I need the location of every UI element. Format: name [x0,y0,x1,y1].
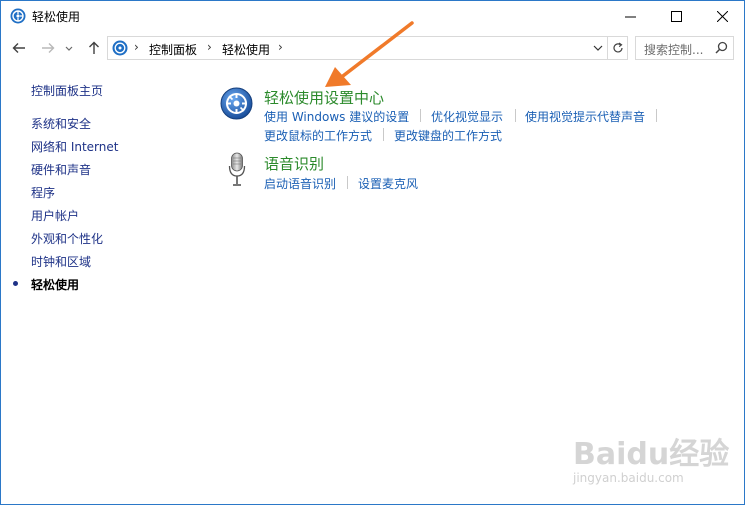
link-separator [515,109,516,122]
breadcrumb-separator[interactable]: › [278,40,283,54]
link-separator [420,109,421,122]
link-optimize-visual-display[interactable]: 优化视觉显示 [431,108,503,125]
link-change-mouse[interactable]: 更改鼠标的工作方式 [264,127,372,144]
sidebar-item-appearance[interactable]: 外观和个性化 [31,230,103,247]
chevron-down-icon [593,45,603,51]
category-title-speech-recognition[interactable]: 语音识别 [264,153,324,174]
minimize-icon [624,16,636,17]
link-separator [383,128,384,141]
ease-of-access-center-icon[interactable] [220,87,253,120]
category-title-ease-of-access-center[interactable]: 轻松使用设置中心 [264,87,384,108]
breadcrumb-control-panel[interactable]: 控制面板 [149,41,197,58]
watermark-brand: Baidu经验 [573,437,730,472]
arrow-up-icon[interactable] [86,40,102,56]
refresh-icon [612,42,623,53]
minimize-button[interactable] [607,1,653,31]
link-visual-cues-for-sounds[interactable]: 使用视觉提示代替声音 [525,108,645,125]
breadcrumb-separator[interactable]: › [207,40,212,54]
microphone-icon[interactable] [227,152,247,188]
search-input[interactable]: 搜索控制... [644,41,703,58]
arrow-right-icon[interactable] [40,40,56,56]
sidebar-item-clock-region[interactable]: 时钟和区域 [31,253,91,270]
title-bar[interactable]: 轻松使用 [1,1,744,32]
close-icon [716,10,728,22]
link-setup-microphone[interactable]: 设置麦克风 [358,175,418,192]
maximize-icon [670,10,682,22]
control-panel-icon [112,40,128,56]
sidebar-item-ease-of-access: 轻松使用 [31,278,80,292]
baidu-watermark: Baidu经验 jingyan.baidu.com [569,425,729,495]
sidebar-item-programs[interactable]: 程序 [31,184,55,201]
address-history-button[interactable] [588,37,607,59]
navigation-bar: › 控制面板 › 轻松使用 › 搜索控制... [1,34,744,62]
arrow-left-icon[interactable] [11,40,27,56]
maximize-button[interactable] [653,1,699,31]
link-start-speech-recognition[interactable]: 启动语音识别 [264,175,336,192]
sidebar-item-network-internet[interactable]: 网络和 Internet [31,138,118,155]
sidebar-item-system-security[interactable]: 系统和安全 [31,115,91,132]
close-button[interactable] [699,1,745,31]
sidebar-item-control-panel-home[interactable]: 控制面板主页 [31,82,103,99]
search-icon[interactable] [715,41,728,54]
chevron-down-icon[interactable] [64,40,74,56]
link-change-keyboard[interactable]: 更改键盘的工作方式 [394,127,502,144]
ease-of-access-icon [10,8,26,24]
search-box[interactable]: 搜索控制... [635,36,734,60]
link-use-recommended-settings[interactable]: 使用 Windows 建议的设置 [264,108,409,125]
address-bar[interactable]: › 控制面板 › 轻松使用 › [107,36,628,60]
window-title: 轻松使用 [32,10,81,24]
sidebar-item-user-accounts[interactable]: 用户帐户 [31,207,79,224]
watermark-url: jingyan.baidu.com [573,471,684,485]
current-item-bullet [13,281,18,286]
control-panel-window: 轻松使用 › 控制面板 › 轻松使用 › 搜索控制... 控制面板主页 系统和安… [0,0,745,505]
breadcrumb-separator[interactable]: › [134,40,139,54]
link-separator [656,109,657,122]
refresh-button[interactable] [607,37,627,59]
breadcrumb-ease-of-access[interactable]: 轻松使用 [222,41,270,58]
link-separator [347,176,348,189]
sidebar-item-hardware-sound[interactable]: 硬件和声音 [31,161,91,178]
